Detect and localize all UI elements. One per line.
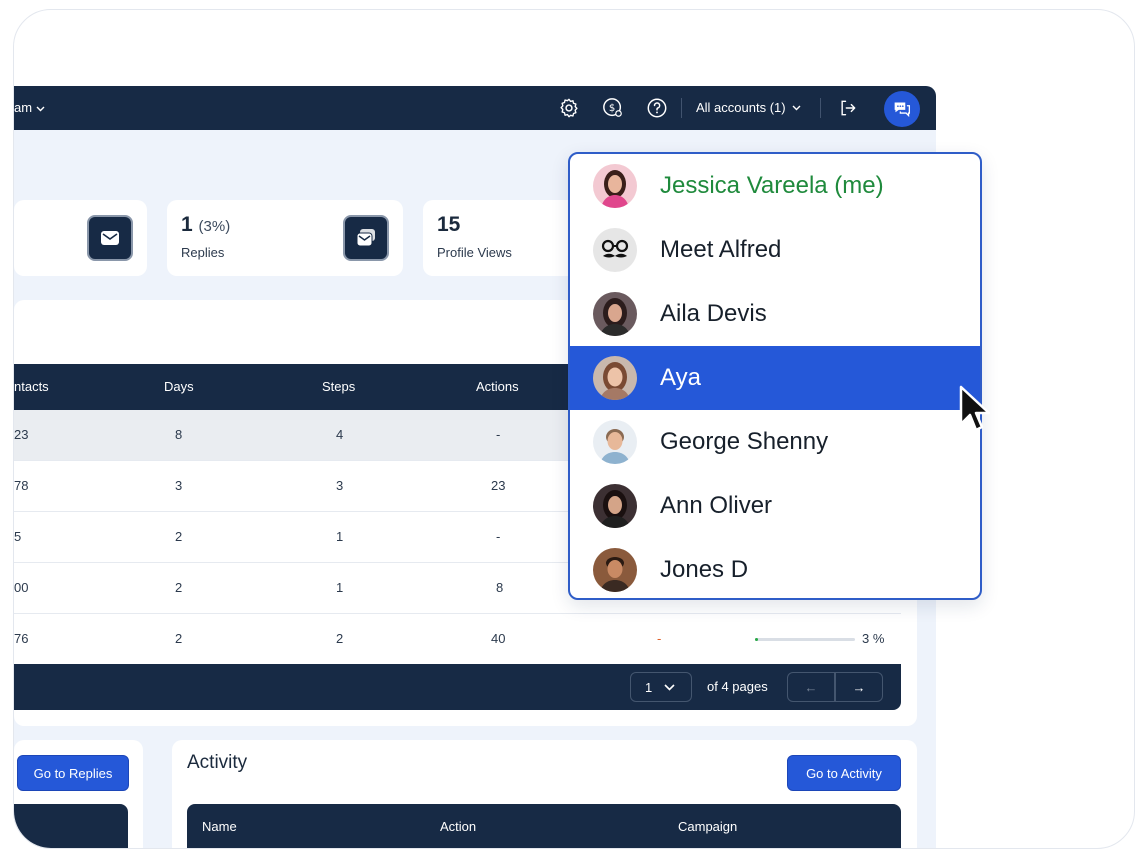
chevron-down-icon	[792, 105, 801, 110]
avatar	[593, 484, 637, 528]
column-header: Actions	[476, 379, 519, 394]
column-header: Steps	[322, 379, 356, 394]
cell-contacts: 00	[14, 580, 29, 595]
stat-label: Profile Views	[437, 245, 512, 260]
dropdown-item[interactable]: Ann Oliver	[570, 474, 980, 538]
avatar	[593, 292, 637, 336]
avatar	[593, 548, 637, 592]
table-row[interactable]: 76 2 2 40 - 3 %	[14, 614, 901, 665]
account-name: Aya	[660, 364, 701, 391]
cell-actions: 23	[491, 478, 506, 493]
activity-panel: Go to Activity Name Action Campaign	[172, 740, 917, 848]
stat-card-replies: 1 (3%) Replies	[167, 200, 403, 276]
page-count: of 4 pages	[707, 679, 768, 694]
stat-card	[14, 200, 147, 276]
divider	[820, 98, 821, 118]
cell-days: 2	[175, 529, 183, 544]
column-header: Days	[164, 379, 194, 394]
envelope-icon	[87, 215, 133, 261]
chevron-down-icon	[664, 683, 675, 691]
go-to-activity-button[interactable]: Go to Activity	[787, 755, 901, 791]
cell-days: 3	[175, 478, 183, 493]
stat-percent: (3%)	[198, 218, 231, 235]
progress-fill	[755, 638, 758, 641]
account-dropdown: Jessica Vareela (me) Meet Alfred Aila De…	[568, 152, 982, 600]
stat-label: Replies	[181, 245, 225, 260]
dropdown-item[interactable]: Jones D	[570, 538, 980, 598]
cell-days: 8	[175, 427, 183, 442]
avatar	[593, 356, 637, 400]
stat-value: 15	[437, 213, 461, 236]
replies-panel: Go to Replies	[14, 740, 143, 848]
divider	[681, 98, 682, 118]
cell-steps: 1	[336, 529, 344, 544]
go-to-replies-button[interactable]: Go to Replies	[17, 755, 129, 791]
account-name: Ann Oliver	[660, 492, 773, 519]
progress-bar	[755, 638, 855, 641]
stat-value: 1 (3%)	[181, 213, 231, 236]
chevron-down-icon	[36, 106, 45, 112]
accounts-label: All accounts (1)	[696, 100, 786, 115]
account-name: George Shenny	[660, 428, 829, 455]
activity-title: Activity	[187, 752, 248, 773]
mouse-cursor-icon	[959, 385, 991, 432]
cell-dash: -	[657, 631, 662, 646]
team-label: am	[14, 100, 33, 115]
dropdown-item[interactable]: George Shenny	[570, 410, 980, 474]
accounts-selector[interactable]: All accounts (1)	[696, 100, 801, 115]
avatar	[593, 164, 637, 208]
prev-page-button[interactable]: ←	[787, 672, 835, 702]
account-name: Aila Devis	[660, 300, 767, 327]
cell-actions: -	[496, 529, 501, 544]
column-header: Action	[440, 819, 477, 834]
column-header: Name	[202, 819, 237, 834]
cell-contacts: 78	[14, 478, 29, 493]
cell-actions: 8	[496, 580, 504, 595]
help-icon[interactable]	[645, 96, 669, 120]
cell-days: 2	[175, 580, 183, 595]
avatar	[593, 228, 637, 272]
cell-days: 2	[175, 631, 183, 646]
cell-steps: 3	[336, 478, 344, 493]
page-current: 1	[645, 679, 653, 695]
cell-contacts: 76	[14, 631, 29, 646]
cell-steps: 4	[336, 427, 344, 442]
column-header: ntacts	[14, 379, 49, 394]
cell-contacts: 23	[14, 427, 29, 442]
avatar	[593, 420, 637, 464]
logout-icon[interactable]	[836, 96, 860, 120]
cell-steps: 2	[336, 631, 344, 646]
cell-steps: 1	[336, 580, 344, 595]
svg-text:$: $	[609, 103, 615, 114]
next-page-button[interactable]: →	[835, 672, 883, 702]
gear-icon[interactable]	[557, 96, 581, 120]
chat-icon[interactable]	[884, 91, 920, 127]
account-name: Jessica Vareela (me)	[660, 172, 884, 199]
cell-contacts: 5	[14, 529, 22, 544]
page-select[interactable]: 1	[630, 672, 692, 702]
activity-table-header: Name Action Campaign	[187, 804, 901, 848]
arrow-right-icon: →	[852, 679, 866, 695]
table-pagination: 1 of 4 pages ← →	[14, 664, 901, 710]
top-bar: am $ All accounts (1)	[14, 86, 936, 130]
replies-icon	[343, 215, 389, 261]
dropdown-item[interactable]: Aila Devis	[570, 282, 980, 346]
cell-actions: 40	[491, 631, 506, 646]
account-name: Jones D	[660, 556, 749, 583]
account-name: Meet Alfred	[660, 236, 782, 263]
dropdown-item-selected[interactable]: Aya	[570, 346, 980, 410]
replies-table-header	[14, 804, 128, 848]
dropdown-item[interactable]: Jessica Vareela (me)	[570, 154, 980, 218]
arrow-left-icon: ←	[804, 679, 818, 695]
column-header: Campaign	[678, 819, 738, 834]
cell-actions: -	[496, 427, 501, 442]
team-selector[interactable]: am	[14, 100, 45, 115]
dropdown-item[interactable]: Meet Alfred	[570, 218, 980, 282]
progress-label: 3 %	[862, 631, 885, 646]
billing-icon[interactable]: $	[601, 96, 625, 120]
